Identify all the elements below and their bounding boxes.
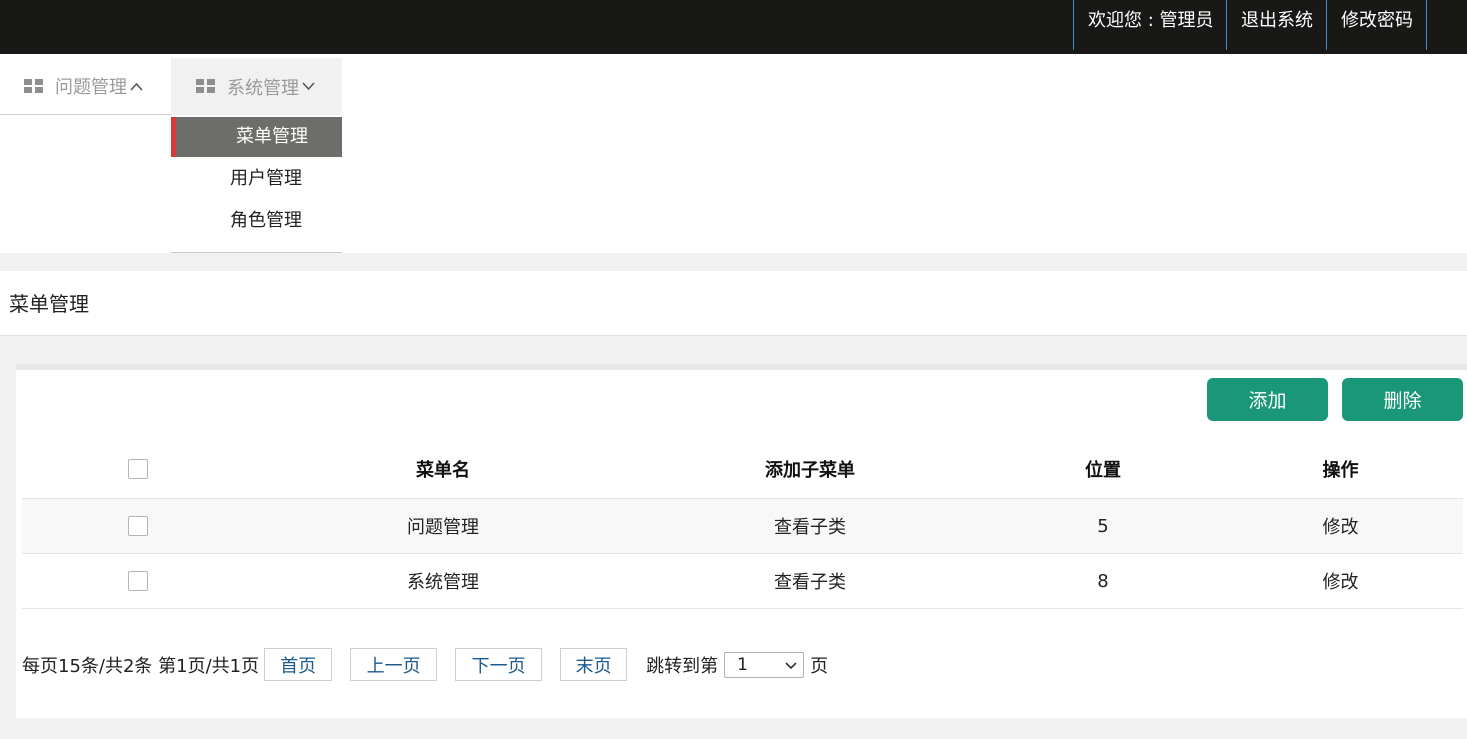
next-page-button[interactable]: 下一页 (455, 648, 543, 681)
top-bar: 欢迎您 : 管理员 退出系统 修改密码 (0, 0, 1467, 54)
position-cell: 5 (1097, 515, 1109, 537)
menu-name-cell: 系统管理 (407, 572, 479, 593)
page-unit-label: 页 (810, 655, 829, 677)
column-header-name: 菜单名 (416, 460, 470, 481)
menu-question-management[interactable]: 问题管理 (0, 58, 171, 115)
column-header-position: 位置 (1085, 460, 1121, 481)
position-cell: 8 (1097, 570, 1109, 592)
last-page-button[interactable]: 末页 (560, 648, 628, 681)
table-row: 系统管理 查看子类 8 修改 (22, 554, 1463, 609)
pagination: 每页15条/共2条 第1页/共1页 首页 上一页 下一页 末页 跳转到第 1 页 (22, 648, 828, 681)
page-title: 菜单管理 (9, 292, 89, 316)
edit-link[interactable]: 修改 (1218, 499, 1463, 553)
row-checkbox[interactable] (128, 516, 148, 536)
submenu-item-role-management[interactable]: 角色管理 (171, 201, 342, 241)
content-panel: 添加 删除 菜单名 添加子菜单 位置 操作 问题管理 查看子类 5 修改 系统管… (16, 364, 1467, 718)
menu-label: 问题管理 (55, 77, 127, 98)
change-password-link[interactable]: 修改密码 (1326, 0, 1426, 50)
row-select-cell (22, 554, 254, 608)
pagination-summary: 每页15条/共2条 第1页/共1页 (22, 655, 260, 677)
windows-grid-icon (24, 78, 43, 94)
page-title-bar: 菜单管理 (0, 271, 1467, 336)
menu-area: 问题管理 系统管理 菜单管理 用户管理 角色管理 (0, 54, 1467, 253)
chevron-down-icon (785, 655, 797, 675)
submenu-system: 菜单管理 用户管理 角色管理 (171, 115, 342, 253)
first-page-button[interactable]: 首页 (264, 648, 333, 681)
table-row: 问题管理 查看子类 5 修改 (22, 499, 1463, 554)
jump-label: 跳转到第 (646, 655, 719, 677)
menu-label: 系统管理 (227, 77, 299, 99)
row-select-cell (22, 499, 254, 553)
prev-page-button[interactable]: 上一页 (350, 648, 438, 681)
table-header-row: 菜单名 添加子菜单 位置 操作 (22, 440, 1463, 499)
row-checkbox[interactable] (128, 571, 148, 591)
submenu-item-menu-management[interactable]: 菜单管理 (171, 117, 342, 157)
add-button[interactable]: 添加 (1207, 378, 1328, 421)
welcome-text: 欢迎您 : 管理员 (1073, 0, 1226, 50)
edit-link[interactable]: 修改 (1218, 554, 1463, 608)
select-all-cell (22, 440, 254, 498)
menu-table: 菜单名 添加子菜单 位置 操作 问题管理 查看子类 5 修改 系统管理 查看子类… (22, 440, 1463, 609)
top-links: 欢迎您 : 管理员 退出系统 修改密码 (1073, 0, 1427, 50)
menu-name-cell: 问题管理 (407, 517, 479, 538)
submenu-item-user-management[interactable]: 用户管理 (171, 159, 342, 199)
column-header-add-submenu: 添加子菜单 (765, 460, 855, 481)
windows-grid-icon (196, 79, 215, 94)
view-subcategory-link[interactable]: 查看子类 (632, 554, 988, 608)
page-select[interactable]: 1 (724, 651, 805, 678)
page-select-value: 1 (737, 654, 748, 675)
menu-system-management[interactable]: 系统管理 (171, 58, 342, 115)
select-all-checkbox[interactable] (128, 459, 148, 479)
view-subcategory-link[interactable]: 查看子类 (632, 499, 988, 553)
chevron-up-icon (129, 79, 143, 93)
logout-link[interactable]: 退出系统 (1226, 0, 1326, 50)
delete-button[interactable]: 删除 (1342, 378, 1463, 421)
column-header-action: 操作 (1322, 460, 1359, 481)
chevron-down-icon (301, 80, 315, 94)
